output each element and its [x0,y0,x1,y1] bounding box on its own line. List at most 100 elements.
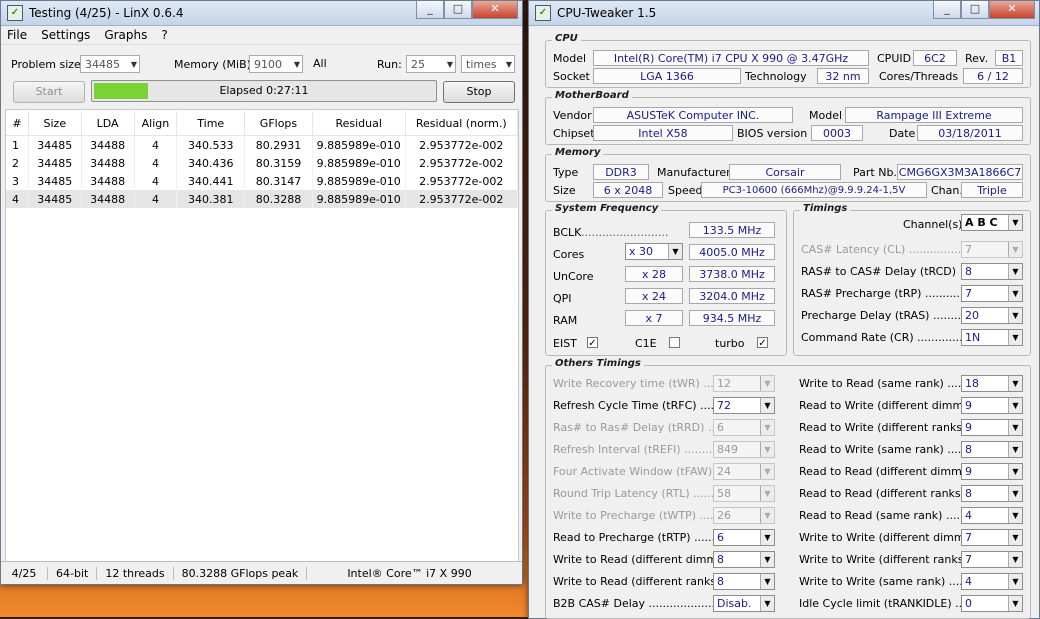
chevron-down-icon: ▼ [1008,574,1022,589]
other-left-7-select[interactable]: 6 ▼ [713,529,775,546]
other-left-10-select[interactable]: Disab. ▼ [713,595,775,612]
other-left-6-label: Write to Precharge (tWTP) ........ [553,509,728,522]
channel-label: Chan. [931,184,963,197]
table-row[interactable]: 1 34485 34488 4 340.533 80.2931 9.885989e-010 2… [6,135,519,154]
other-right-0-select[interactable]: 18 ▼ [961,375,1023,392]
other-right-10-select[interactable]: 0 ▼ [961,595,1023,612]
runs-combo[interactable]: 25 ▼ [406,55,456,73]
cores-multiplier-select[interactable]: x 30 ▼ [625,243,683,260]
timing-0-label: CAS# Latency (CL) .................. [801,243,972,256]
all-label[interactable]: All [313,57,327,70]
other-left-0-select[interactable]: 12 ▼ [713,375,775,392]
table-cell: 340.533 [176,135,246,154]
column-header[interactable]: # [6,111,29,136]
minimize-button[interactable]: _ [416,1,444,19]
menu-file[interactable]: File [7,28,27,42]
timing-0-select[interactable]: 7 ▼ [961,241,1023,258]
results-header-row: # Size LDA Align Time GFlops Residual Residual … [6,111,519,136]
linx-titlebar[interactable]: ✓ Testing (4/25) - LinX 0.6.4 _ □ ✕ [1,1,522,26]
table-cell: 9.885989e-010 [312,135,406,154]
chevron-down-icon: ▼ [1008,330,1022,345]
table-cell: 2.953772e-002 [405,135,519,154]
table-cell: 2.953772e-002 [405,190,519,208]
column-header[interactable]: Time [176,111,246,136]
other-left-6-value: 26 [717,509,731,522]
stop-button[interactable]: Stop [443,81,515,103]
uncore-freq-field: 3738.0 MHz [689,266,775,282]
column-header[interactable]: GFlops [244,111,313,136]
turbo-checkbox[interactable]: ✓ [757,337,768,349]
table-cell: 1 [6,135,29,154]
other-right-3-value: 8 [965,443,972,456]
timing-1-select[interactable]: 8 ▼ [961,263,1023,280]
timing-4-select[interactable]: 1N ▼ [961,329,1023,346]
other-right-8-value: 7 [965,553,972,566]
minimize-button[interactable]: _ [933,1,961,19]
column-header[interactable]: Residual [312,111,406,136]
problem-size-combo[interactable]: 34485 ▼ [80,55,140,73]
other-left-3-label: Refresh Interval (tREFI) ........... [553,443,723,456]
chevron-down-icon: ▼ [1008,242,1022,257]
timing-2-label: RAS# Precharge (tRP) .............. [801,287,974,300]
other-right-0-value: 18 [965,377,979,390]
menu-help[interactable]: ? [161,28,167,42]
other-right-6-select[interactable]: 4 ▼ [961,507,1023,524]
table-cell: 9.885989e-010 [312,172,406,190]
cputweaker-titlebar[interactable]: ✓ CPU-Tweaker 1.5 _ □ ✕ [529,1,1039,26]
other-right-5-select[interactable]: 8 ▼ [961,485,1023,502]
table-cell: 9.885989e-010 [312,154,406,172]
table-row[interactable]: 2 34485 34488 4 340.436 80.3159 9.885989e-010 2… [6,154,519,172]
other-left-2-select[interactable]: 6 ▼ [713,419,775,436]
linx-menubar: File Settings Graphs ? [1,26,522,45]
table-row[interactable]: 3 34485 34488 4 340.441 80.3147 9.885989e-010 2… [6,172,519,190]
bios-field: 0003 [811,125,863,141]
cpu-model-field: Intel(R) Core(TM) i7 CPU X 990 @ 3.47GHz [593,50,869,66]
chevron-down-icon: ▼ [760,574,774,589]
other-left-4-value: 24 [717,465,731,478]
problem-size-value: 34485 [85,58,120,71]
other-left-5-select[interactable]: 58 ▼ [713,485,775,502]
table-cell: 80.3159 [244,154,313,172]
other-right-7-select[interactable]: 7 ▼ [961,529,1023,546]
close-button[interactable]: ✕ [989,1,1035,19]
other-left-4-select[interactable]: 24 ▼ [713,463,775,480]
other-right-4-select[interactable]: 9 ▼ [961,463,1023,480]
timing-2-select[interactable]: 7 ▼ [961,285,1023,302]
memory-combo[interactable]: 9100 ▼ [249,55,303,73]
other-left-8-select[interactable]: 8 ▼ [713,551,775,568]
other-right-9-select[interactable]: 4 ▼ [961,573,1023,590]
column-header[interactable]: Residual (norm.) [405,111,519,136]
table-cell: 80.3288 [244,190,313,208]
table-row[interactable]: 4 34485 34488 4 340.381 80.3288 9.885989e-010 2… [6,190,519,208]
close-button[interactable]: ✕ [472,1,518,19]
other-left-6-select[interactable]: 26 ▼ [713,507,775,524]
rev-field: B1 [995,50,1023,66]
other-right-10-value: 0 [965,597,972,610]
menu-graphs[interactable]: Graphs [104,28,147,42]
other-left-9-select[interactable]: 8 ▼ [713,573,775,590]
other-left-3-select[interactable]: 849 ▼ [713,441,775,458]
times-combo[interactable]: times ▼ [461,55,515,73]
mb-model-field: Rampage III Extreme [845,107,1023,123]
other-right-1-select[interactable]: 9 ▼ [961,397,1023,414]
start-button[interactable]: Start [13,81,85,103]
table-cell: 3 [6,172,29,190]
menu-settings[interactable]: Settings [41,28,90,42]
timing-3-select[interactable]: 20 ▼ [961,307,1023,324]
column-header[interactable]: Align [134,111,178,136]
eist-checkbox[interactable]: ✓ [587,337,598,349]
other-left-5-value: 58 [717,487,731,500]
other-right-2-select[interactable]: 9 ▼ [961,419,1023,436]
other-right-3-select[interactable]: 8 ▼ [961,441,1023,458]
column-header[interactable]: Size [28,111,82,136]
vendor-field: ASUSTeK Computer INC. [593,107,793,123]
channels-select[interactable]: A B C ▼ [961,214,1023,231]
runs-value: 25 [411,58,425,71]
column-header[interactable]: LDA [81,111,135,136]
maximize-button[interactable]: □ [444,1,472,19]
other-right-8-select[interactable]: 7 ▼ [961,551,1023,568]
c1e-checkbox[interactable] [669,337,680,348]
maximize-button[interactable]: □ [961,1,989,19]
other-right-9-label: Write to Write (same rank) .......... [799,575,984,588]
other-left-1-select[interactable]: 72 ▼ [713,397,775,414]
